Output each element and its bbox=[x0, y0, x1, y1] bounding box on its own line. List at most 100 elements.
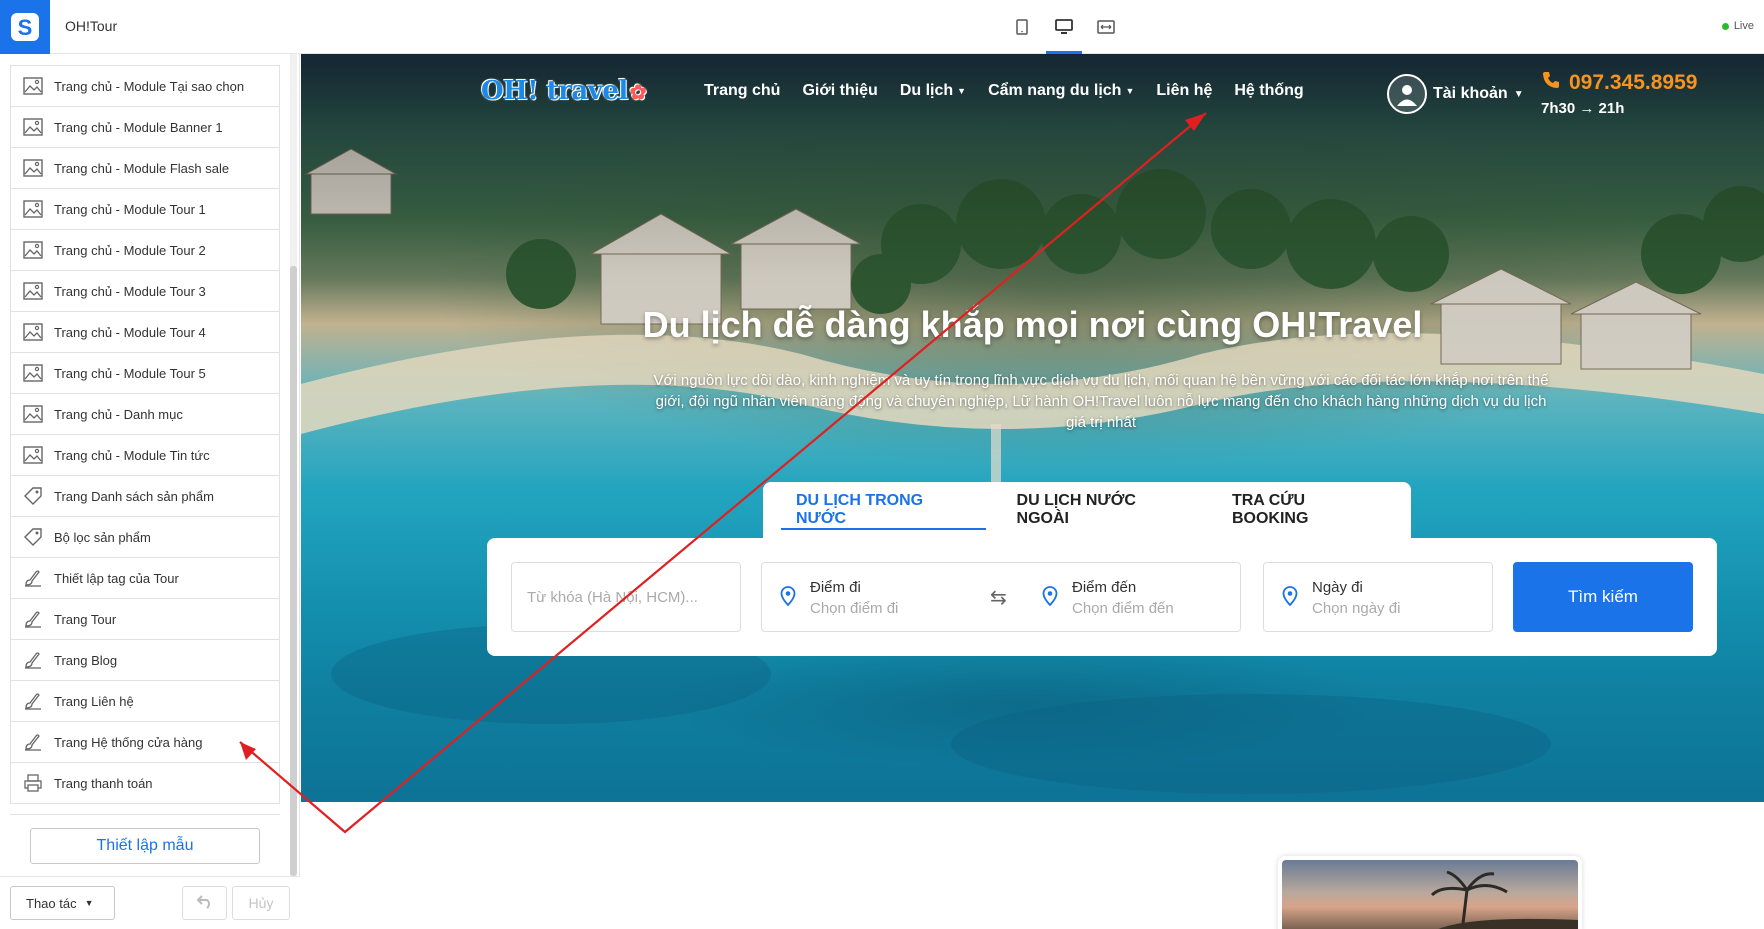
app-logo-icon[interactable]: S bbox=[0, 0, 50, 54]
destination-field[interactable]: Điểm đến Chọn điểm đến bbox=[1042, 563, 1174, 633]
live-status: Live bbox=[1721, 20, 1754, 32]
sidebar-item-label: Trang chủ - Module Tour 5 bbox=[54, 365, 206, 381]
keyword-input[interactable]: Từ khóa (Hà Nội, HCM)... bbox=[511, 562, 741, 632]
sidebar-item[interactable]: Bộ lọc sản phẩm bbox=[11, 517, 279, 558]
sidebar-item[interactable]: Trang thanh toán bbox=[11, 763, 279, 804]
site-logo[interactable]: OH! travel ✿ bbox=[481, 76, 647, 106]
sidebar: Trang chủ - Module Tại sao chọn Trang chủ… bbox=[0, 54, 300, 929]
search-tab[interactable]: DU LỊCH NƯỚC NGOÀI bbox=[1002, 482, 1201, 538]
sidebar-item[interactable]: Trang Hệ thống cửa hàng bbox=[11, 722, 279, 763]
date-placeholder: Chọn ngày đi bbox=[1312, 600, 1401, 617]
sidebar-item[interactable]: Trang chủ - Module Tour 3 bbox=[11, 271, 279, 312]
sidebar-item[interactable]: Trang chủ - Danh mục bbox=[11, 394, 279, 435]
image-icon bbox=[22, 75, 44, 97]
sidebar-item[interactable]: Trang chủ - Module Tin tức bbox=[11, 435, 279, 476]
sidebar-item[interactable]: Trang chủ - Module Tour 5 bbox=[11, 353, 279, 394]
tablet-view-icon[interactable] bbox=[1010, 0, 1034, 54]
caret-down-icon: ▼ bbox=[84, 898, 94, 908]
sidebar-scrollbar[interactable] bbox=[290, 266, 297, 876]
account-menu[interactable]: Tài khoản ▼ bbox=[1387, 74, 1524, 114]
swap-icon[interactable]: ⇆ bbox=[990, 585, 1007, 610]
undo-icon bbox=[196, 893, 214, 914]
undo-button[interactable] bbox=[182, 886, 227, 920]
tag-icon bbox=[22, 485, 44, 507]
tour-card-image bbox=[1282, 860, 1578, 929]
hotline[interactable]: 097.345.8959 bbox=[1541, 70, 1697, 96]
sidebar-item-label: Trang chủ - Module Tour 3 bbox=[54, 283, 206, 299]
location-pin-icon bbox=[1282, 585, 1298, 611]
departure-field[interactable]: Điểm đi Chọn điểm đi bbox=[780, 563, 898, 633]
nav-item[interactable]: Cẩm nang du lịch ▼ bbox=[988, 82, 1134, 100]
sidebar-item[interactable]: Trang chủ - Module Banner 1 bbox=[11, 107, 279, 148]
sidebar-item[interactable]: Trang chủ - Module Tour 4 bbox=[11, 312, 279, 353]
site-preview: OH! travel ✿ Trang chủ Giới thiệu Du lịch ▼ C… bbox=[301, 54, 1764, 929]
brush-icon bbox=[22, 690, 44, 712]
nav-item-label: Cẩm nang du lịch bbox=[988, 82, 1122, 99]
destination-placeholder: Chọn điểm đến bbox=[1072, 600, 1174, 617]
tour-card[interactable] bbox=[1278, 856, 1582, 929]
chevron-down-icon: ▼ bbox=[1513, 88, 1524, 100]
tag-icon bbox=[22, 526, 44, 548]
search-button[interactable]: Tìm kiếm bbox=[1513, 562, 1693, 632]
nav-item[interactable]: Hệ thống bbox=[1234, 82, 1303, 100]
desktop-view-icon[interactable] bbox=[1046, 0, 1082, 54]
sidebar-item-label: Thiết lập tag của Tour bbox=[54, 570, 179, 586]
fullwidth-view-icon[interactable] bbox=[1094, 0, 1118, 54]
search-box: Từ khóa (Hà Nội, HCM)... Điểm đi Chọn đi… bbox=[487, 538, 1717, 656]
setup-template-button[interactable]: Thiết lập mẫu bbox=[30, 828, 260, 864]
date-field[interactable]: Ngày đi Chọn ngày đi bbox=[1263, 562, 1493, 632]
brush-icon bbox=[22, 731, 44, 753]
brush-icon bbox=[22, 608, 44, 630]
actions-dropdown[interactable]: Thao tác ▼ bbox=[10, 886, 115, 920]
chevron-down-icon: ▼ bbox=[957, 86, 967, 96]
phone-icon bbox=[1541, 70, 1561, 96]
nav-item-label: Giới thiệu bbox=[802, 82, 878, 99]
sidebar-item[interactable]: Thiết lập tag của Tour bbox=[11, 558, 279, 599]
image-icon bbox=[22, 362, 44, 384]
image-icon bbox=[22, 403, 44, 425]
nav-item-label: Trang chủ bbox=[704, 82, 781, 99]
image-icon bbox=[22, 280, 44, 302]
nav-item[interactable]: Liên hệ bbox=[1156, 82, 1212, 100]
departure-placeholder: Chọn điểm đi bbox=[810, 600, 899, 617]
sidebar-item-label: Trang chủ - Module Banner 1 bbox=[54, 119, 223, 135]
live-dot-icon bbox=[1721, 22, 1729, 30]
image-icon bbox=[22, 239, 44, 261]
image-icon bbox=[22, 116, 44, 138]
nav-item[interactable]: Trang chủ bbox=[704, 82, 780, 100]
sidebar-item[interactable]: Trang Danh sách sản phẩm bbox=[11, 476, 279, 517]
sidebar-item-label: Trang Blog bbox=[54, 652, 118, 668]
sidebar-item[interactable]: Trang chủ - Module Flash sale bbox=[11, 148, 279, 189]
sidebar-item-label: Trang chủ - Module Tour 4 bbox=[54, 324, 206, 340]
brush-icon bbox=[22, 567, 44, 589]
sidebar-item[interactable]: Trang chủ - Module Tour 1 bbox=[11, 189, 279, 230]
sidebar-item[interactable]: Trang Liên hệ bbox=[11, 681, 279, 722]
sidebar-item[interactable]: Trang chủ - Module Tour 2 bbox=[11, 230, 279, 271]
location-pin-icon bbox=[780, 585, 796, 611]
hero-description: Với nguồn lực dồi dào, kinh nghiệm và uy… bbox=[653, 372, 1549, 431]
sidebar-item[interactable]: Trang Tour bbox=[11, 599, 279, 640]
cancel-button[interactable]: Hủy bbox=[232, 886, 290, 920]
sidebar-item[interactable]: Trang chủ - Module Tại sao chọn bbox=[11, 66, 279, 107]
printer-icon bbox=[22, 772, 44, 794]
search-tab[interactable]: TRA CỨU BOOKING bbox=[1217, 482, 1395, 538]
sidebar-item-label: Trang thanh toán bbox=[54, 775, 153, 791]
search-tab[interactable]: DU LỊCH TRONG NƯỚC bbox=[781, 482, 986, 538]
sidebar-item[interactable]: Trang Blog bbox=[11, 640, 279, 681]
site-nav: Trang chủ Giới thiệu Du lịch ▼ Cẩm nang du l… bbox=[704, 82, 1304, 100]
template-list: Trang chủ - Module Tại sao chọn Trang chủ… bbox=[10, 65, 280, 804]
departure-label: Điểm đi bbox=[810, 579, 861, 596]
store-name: OH!Tour bbox=[65, 18, 118, 34]
top-bar: S OH!Tour Live bbox=[0, 0, 1764, 54]
sidebar-footer: Thao tác ▼ Hủy bbox=[0, 876, 300, 929]
nav-item[interactable]: Giới thiệu bbox=[802, 82, 877, 100]
destination-label: Điểm đến bbox=[1072, 579, 1137, 596]
user-avatar-icon bbox=[1387, 74, 1427, 114]
hero-banner: OH! travel ✿ Trang chủ Giới thiệu Du lịch ▼ C… bbox=[301, 54, 1764, 802]
sidebar-item-label: Trang Hệ thống cửa hàng bbox=[54, 734, 203, 750]
sidebar-item-label: Trang Tour bbox=[54, 611, 117, 627]
sidebar-item-label: Trang chủ - Danh mục bbox=[54, 406, 183, 422]
nav-item[interactable]: Du lịch ▼ bbox=[900, 82, 966, 100]
image-icon bbox=[22, 444, 44, 466]
brush-icon bbox=[22, 649, 44, 671]
